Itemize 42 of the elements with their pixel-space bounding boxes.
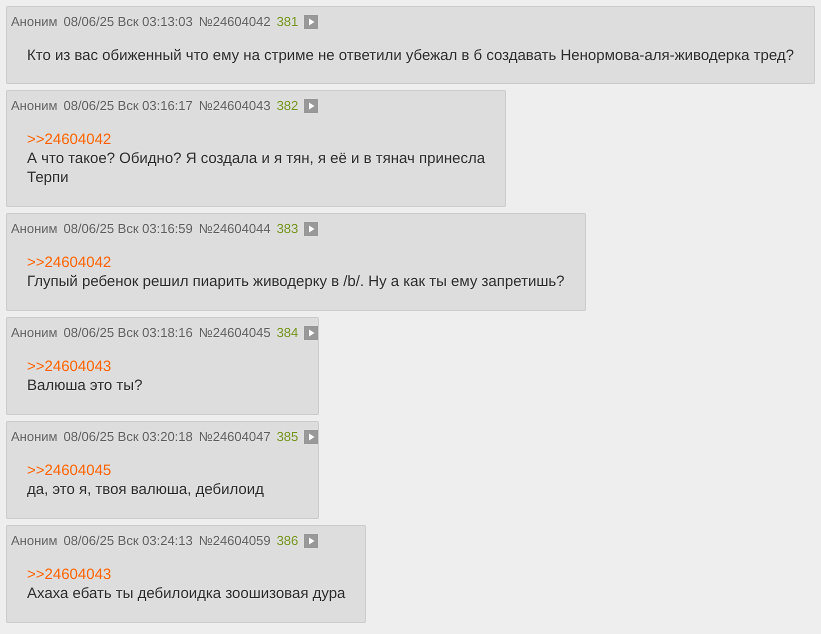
post-text: Глупый ребенок решил пиарить живодерку в /b/. Ну а как ты ему запретишь? — [27, 272, 565, 291]
play-icon[interactable] — [304, 222, 318, 236]
post-ordinal: 384 — [276, 324, 298, 342]
post-number[interactable]: №24604043 — [198, 96, 271, 116]
post-text: Терпи — [27, 168, 70, 187]
author-name: Аноним — [11, 428, 58, 446]
author-name: Аноним — [11, 532, 58, 550]
play-icon[interactable] — [304, 14, 318, 28]
post-number[interactable]: №24604045 — [198, 322, 271, 342]
post-date: 08/06/25 Вск 03:13:03 — [63, 12, 193, 31]
play-icon[interactable] — [304, 98, 318, 112]
post-ordinal: 385 — [276, 428, 298, 446]
post-text: А что такое? Обидно? Я создала и я тян, я её и в тянач принесла — [27, 149, 486, 168]
post-date: 08/06/25 Вск 03:20:18 — [63, 428, 193, 446]
post-date: 08/06/25 Вск 03:18:16 — [63, 324, 193, 342]
post-text: Кто из вас обиженный что ему на стриме не ответили убежал в б создавать Ненормова-аля-живодерка тред? — [27, 46, 794, 65]
post-number[interactable]: №24604059 — [198, 530, 271, 550]
post-date: 08/06/25 Вск 03:16:59 — [63, 220, 193, 238]
post-ordinal: 381 — [276, 12, 298, 31]
author-name: Аноним — [11, 324, 58, 342]
reply-link[interactable]: >>24604043 — [27, 565, 346, 584]
post-date: 08/06/25 Вск 03:24:13 — [63, 532, 193, 550]
play-icon[interactable] — [304, 326, 318, 340]
play-icon[interactable] — [304, 430, 318, 444]
author-name: Аноним — [11, 220, 58, 238]
reply-link[interactable]: >>24604043 — [27, 357, 298, 376]
reply-link[interactable]: >>24604045 — [27, 461, 298, 480]
play-icon[interactable] — [304, 534, 318, 548]
post-number[interactable]: №24604044 — [198, 218, 271, 238]
post-ordinal: 382 — [276, 96, 298, 115]
post-text: да, это я, твоя валюша, дебилоид — [27, 480, 265, 499]
author-name: Аноним — [11, 12, 58, 31]
post-number[interactable]: №24604047 — [198, 426, 271, 446]
post-text: Ахаха ебать ты дебилоидка зоошизовая дура — [27, 584, 346, 603]
post-date: 08/06/25 Вск 03:16:17 — [63, 96, 193, 115]
post-text: Валюша это ты? — [27, 376, 144, 395]
author-name: Аноним — [11, 96, 58, 115]
reply-link[interactable]: >>24604042 — [27, 253, 565, 272]
post-ordinal: 383 — [276, 220, 298, 238]
post-number[interactable]: №24604042 — [198, 12, 271, 32]
reply-link[interactable]: >>24604042 — [27, 130, 486, 149]
post-ordinal: 386 — [276, 532, 298, 550]
